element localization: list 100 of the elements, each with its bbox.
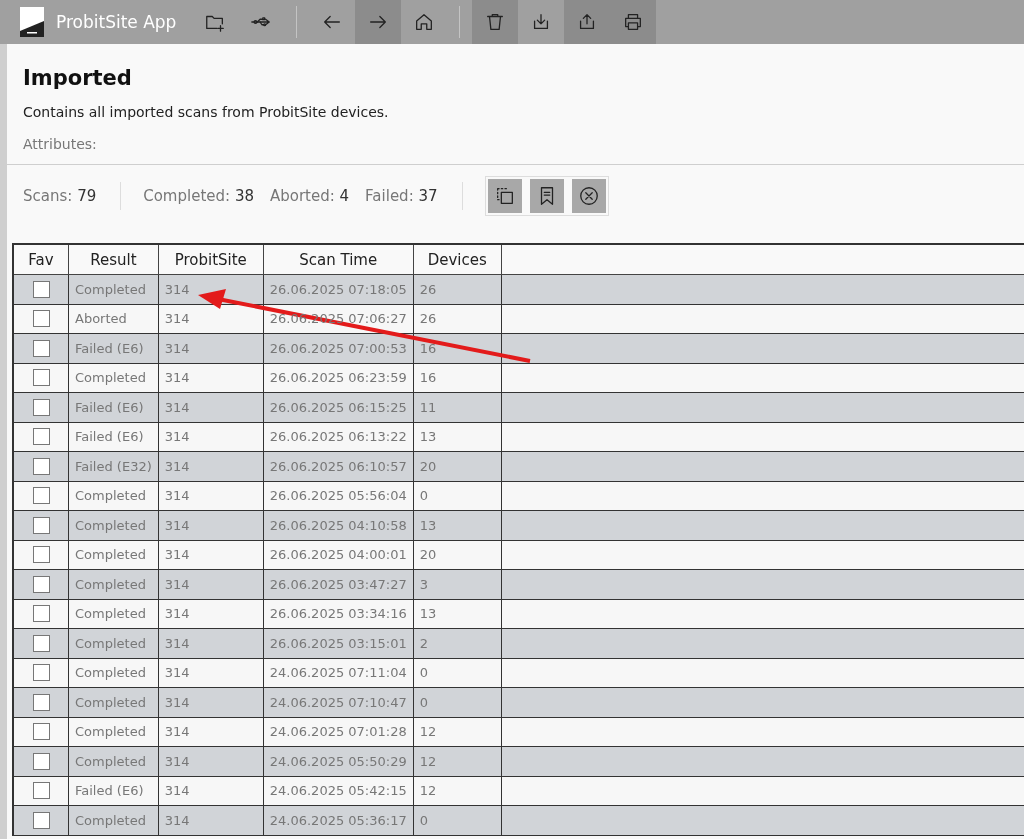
table-cell: 0: [419, 812, 428, 828]
table-cell: 20: [419, 458, 437, 474]
page-title: Imported: [23, 66, 133, 90]
favorite-checkbox[interactable]: [32, 398, 50, 416]
table-cell: 12: [419, 783, 437, 799]
table-cell: 314: [164, 458, 190, 474]
favorite-checkbox[interactable]: [32, 428, 50, 446]
favorite-checkbox[interactable]: [32, 339, 50, 357]
table-cell: 314: [164, 429, 190, 445]
cancel-button[interactable]: [571, 179, 606, 213]
favorite-checkbox[interactable]: [32, 516, 50, 534]
table-cell: 11: [419, 399, 437, 415]
favorite-checkbox[interactable]: [32, 280, 50, 298]
table-cell: Completed: [75, 694, 146, 710]
favorite-checkbox[interactable]: [32, 752, 50, 770]
favorite-checkbox[interactable]: [32, 487, 50, 505]
table-cell: Failed (E32): [75, 458, 152, 474]
column-header[interactable]: Result: [68, 244, 159, 275]
table-cell: 314: [164, 783, 190, 799]
table-cell: Failed (E6): [75, 783, 144, 799]
table-cell: Failed (E6): [75, 429, 144, 445]
favorite-checkbox[interactable]: [32, 723, 50, 741]
attributes-label: Attributes:: [23, 136, 98, 152]
table-cell: Completed: [75, 370, 146, 386]
table-cell: 12: [419, 753, 437, 769]
table-cell: 26.06.2025 03:15:01: [269, 635, 407, 651]
table-cell: 314: [164, 370, 190, 386]
table-cell: Completed: [75, 576, 146, 592]
table-cell: 314: [164, 547, 190, 563]
column-header[interactable]: ProbitSite: [158, 244, 264, 275]
favorite-checkbox[interactable]: [32, 634, 50, 652]
table-cell: Completed: [75, 753, 146, 769]
column-header[interactable]: Devices: [413, 244, 502, 275]
table-cell: 16: [419, 370, 437, 386]
table-cell: 24.06.2025 07:01:28: [269, 724, 407, 740]
upload-button[interactable]: [564, 0, 611, 44]
table-cell: 0: [419, 488, 428, 504]
selection-copy-button[interactable]: [487, 179, 522, 213]
table-cell: 26.06.2025 07:00:53: [269, 340, 407, 356]
table-cell: 12: [419, 724, 437, 740]
app-logo-icon: [20, 7, 44, 37]
bookmark-button[interactable]: [529, 179, 564, 213]
table-cell: 0: [419, 665, 428, 681]
trash-button[interactable]: [472, 0, 519, 44]
table-cell: Completed: [75, 635, 146, 651]
favorite-checkbox[interactable]: [32, 310, 50, 328]
favorite-checkbox[interactable]: [32, 664, 50, 682]
table-cell: 26.06.2025 03:34:16: [269, 606, 407, 622]
table-cell: 314: [164, 606, 190, 622]
table-cell: 314: [164, 517, 190, 533]
table-cell: 26.06.2025 04:10:58: [269, 517, 407, 533]
table-cell: 13: [419, 517, 437, 533]
table-cell: 24.06.2025 07:10:47: [269, 694, 407, 710]
table-cell: 314: [164, 488, 190, 504]
table-cell: Completed: [75, 488, 146, 504]
table-cell: 26.06.2025 06:23:59: [269, 370, 407, 386]
table-cell: 26.06.2025 06:15:25: [269, 399, 407, 415]
column-header[interactable]: Fav: [13, 244, 69, 275]
table-cell: 24.06.2025 07:11:04: [269, 665, 407, 681]
table-cell: 0: [419, 694, 428, 710]
table-cell: 3: [419, 576, 428, 592]
app-title: ProbitSite App: [56, 12, 177, 32]
printer-button[interactable]: [610, 0, 657, 44]
table-cell: 24.06.2025 05:36:17: [269, 812, 407, 828]
favorite-checkbox[interactable]: [32, 369, 50, 387]
table-cell: 20: [419, 547, 437, 563]
table-cell: 24.06.2025 05:42:15: [269, 783, 407, 799]
table-cell: 26: [419, 281, 437, 297]
favorite-checkbox[interactable]: [32, 693, 50, 711]
table-cell: Aborted: [75, 311, 127, 327]
table-cell: Completed: [75, 281, 146, 297]
favorite-checkbox[interactable]: [32, 546, 50, 564]
favorite-checkbox[interactable]: [32, 605, 50, 623]
table-cell: 314: [164, 281, 190, 297]
table-cell: 26.06.2025 06:10:57: [269, 458, 407, 474]
table-cell: Completed: [75, 547, 146, 563]
table-cell: 314: [164, 665, 190, 681]
arrow-right-button[interactable]: [355, 0, 402, 44]
table-cell: 314: [164, 753, 190, 769]
table-cell: 2: [419, 635, 428, 651]
favorite-checkbox[interactable]: [32, 575, 50, 593]
table-cell: 26.06.2025 03:47:27: [269, 576, 407, 592]
table-cell: 13: [419, 606, 437, 622]
page-description: Contains all imported scans from ProbitSite devices.: [23, 104, 390, 120]
cancel-icon: [577, 185, 600, 207]
stat-text: Scans: 79: [23, 187, 97, 205]
stat-text: Completed: 38: [143, 187, 254, 205]
favorite-checkbox[interactable]: [32, 457, 50, 475]
table-cell: 314: [164, 311, 190, 327]
table-cell: 26.06.2025 04:00:01: [269, 547, 407, 563]
column-header[interactable]: Scan Time: [263, 244, 414, 275]
favorite-checkbox[interactable]: [32, 811, 50, 829]
table-cell: 314: [164, 340, 190, 356]
table-cell: 314: [164, 694, 190, 710]
favorite-checkbox[interactable]: [32, 782, 50, 800]
stat-text: Aborted: 4: [269, 187, 350, 205]
table-cell: Failed (E6): [75, 340, 144, 356]
table-cell: Completed: [75, 724, 146, 740]
table-cell: 24.06.2025 05:50:29: [269, 753, 407, 769]
table-cell: 314: [164, 724, 190, 740]
